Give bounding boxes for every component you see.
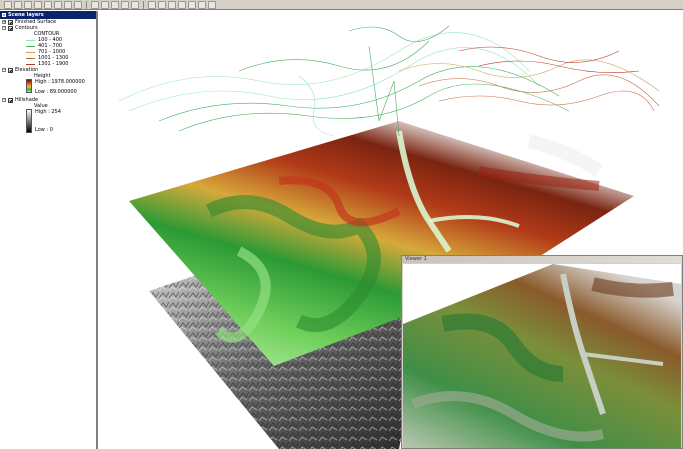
hillshade-high-label: High : 254 [35,109,61,115]
full-extent-icon[interactable] [178,0,186,9]
contour-line-swatch [26,51,35,53]
scene-layers-icon [2,13,6,17]
contour-line-swatch [26,57,35,59]
open-icon[interactable] [14,0,22,9]
toc-title: Scene layers [8,12,44,18]
collapse-icon[interactable]: − [2,98,6,102]
elevation-color-ramp [26,79,32,93]
navigate-icon[interactable] [121,0,129,9]
collapse-icon[interactable]: − [2,68,6,72]
contour-line-swatch [26,45,35,47]
measure-icon[interactable] [208,0,216,9]
fly-icon[interactable] [131,0,139,9]
layer-visibility-checkbox[interactable] [8,67,13,73]
elevation-high-label: High : 1978.000000 [35,79,85,85]
zoom-in-icon[interactable] [148,0,156,9]
table-of-contents: Scene layers + Finished Surface − Contou… [0,11,98,449]
collapse-icon[interactable]: − [2,26,6,30]
identify-icon[interactable] [198,0,206,9]
add-data-icon[interactable] [91,0,99,9]
hillshade-low-label: Low : 0 [35,127,53,133]
copy-icon[interactable] [54,0,62,9]
layer-icon[interactable] [101,0,109,9]
paste-icon[interactable] [64,0,72,9]
toolbar-separator [143,0,144,9]
viewer-window[interactable]: Viewer 1 [401,255,683,449]
elevation-low-label: Low : 89.000000 [35,89,77,95]
delete-icon[interactable] [74,0,82,9]
contour-line-swatch [26,39,35,41]
globe-icon[interactable] [111,0,119,9]
contour-class-label: 1301 - 1900 [38,61,69,67]
hillshade-gray-ramp [26,109,32,133]
new-icon[interactable] [4,0,12,9]
expand-icon[interactable]: + [2,20,6,24]
toc-header: Scene layers [0,11,96,19]
viewer-title: Viewer 1 [405,256,427,262]
hillshade-legend: High : 254 Low : 0 [0,109,96,133]
viewer-canvas[interactable] [403,264,681,448]
contour-line-swatch [26,63,35,65]
toolbar-separator [86,0,87,9]
save-icon[interactable] [24,0,32,9]
viewer-titlebar[interactable]: Viewer 1 [402,256,682,263]
zoom-out-icon[interactable] [158,0,166,9]
print-icon[interactable] [34,0,42,9]
viewer-terrain [403,264,681,448]
select-icon[interactable] [188,0,196,9]
contour-lines [118,25,660,137]
cut-icon[interactable] [44,0,52,9]
layer-visibility-checkbox[interactable] [8,19,13,25]
layer-visibility-checkbox[interactable] [8,25,13,31]
main-toolbar [0,0,683,10]
layer-visibility-checkbox[interactable] [8,97,13,103]
pan-icon[interactable] [168,0,176,9]
elevation-legend: High : 1978.000000 Low : 89.000000 [0,79,96,95]
